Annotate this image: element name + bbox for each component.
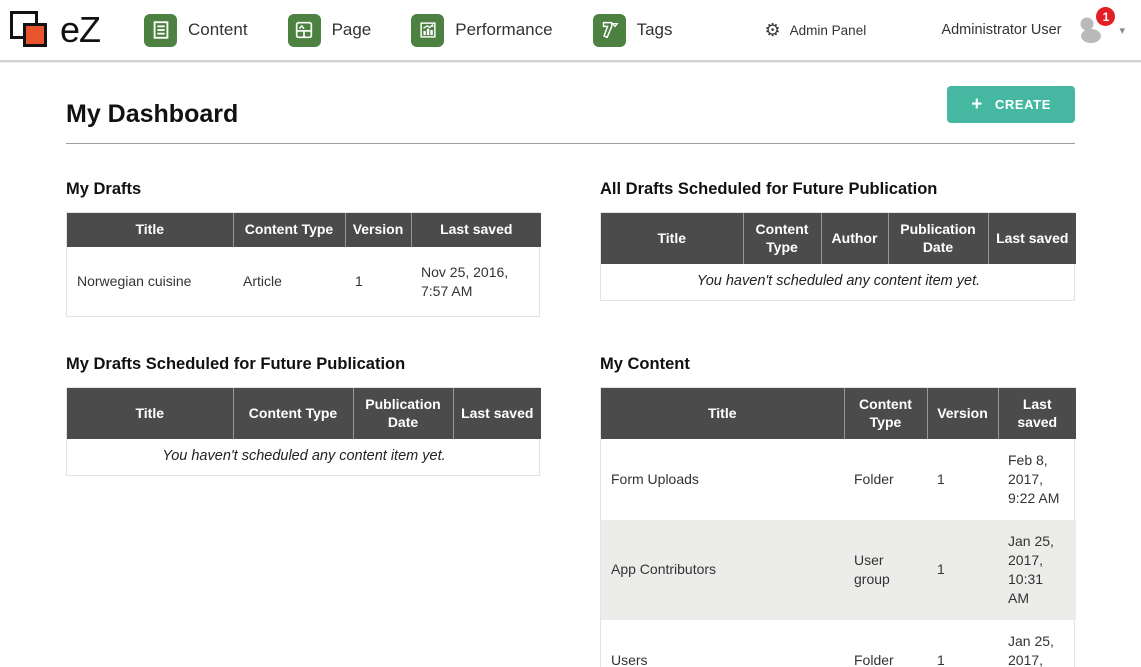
- column-header: Title: [67, 213, 233, 247]
- page-icon: [288, 14, 321, 47]
- my-content-table: Title Content Type Version Last saved Fo…: [601, 388, 1076, 667]
- main-nav: Content Page: [144, 14, 673, 47]
- dashboard-main: My Dashboard + CREATE My Drafts Title Co…: [0, 62, 1141, 667]
- empty-state-message: You haven't scheduled any content item y…: [601, 264, 1076, 300]
- admin-panel-button[interactable]: ⚙︎ Admin Panel: [765, 21, 867, 39]
- ez-logo-text: eZ: [60, 9, 100, 51]
- cell-last-saved: Nov 25, 2016, 7:57 AM: [411, 247, 541, 317]
- performance-icon: [411, 14, 444, 47]
- my-drafts-table: Title Content Type Version Last saved No…: [67, 213, 541, 316]
- column-header: Content Type: [844, 388, 927, 439]
- ez-logo[interactable]: eZ: [10, 7, 100, 53]
- table-row[interactable]: Norwegian cuisine Article 1 Nov 25, 2016…: [67, 247, 541, 317]
- admin-panel-label: Admin Panel: [790, 23, 867, 38]
- cell-content-type: Folder: [844, 620, 927, 667]
- plus-icon: +: [971, 97, 983, 112]
- all-scheduled-table: Title Content Type Author Publication Da…: [601, 213, 1076, 300]
- create-button-label: CREATE: [995, 97, 1051, 112]
- section-my-content: My Content Title Content Type Version La…: [600, 355, 1075, 667]
- cell-last-saved: Jan 25, 2017, 7:58 AM: [998, 620, 1076, 667]
- nav-item-page[interactable]: Page: [288, 14, 372, 47]
- column-header: Last saved: [988, 213, 1076, 264]
- column-header: Last saved: [998, 388, 1076, 439]
- cell-title: Form Uploads: [601, 439, 844, 520]
- create-button[interactable]: + CREATE: [947, 86, 1075, 123]
- cell-title: Norwegian cuisine: [67, 247, 233, 317]
- column-header: Author: [821, 213, 888, 264]
- section-my-scheduled: My Drafts Scheduled for Future Publicati…: [66, 355, 540, 667]
- my-scheduled-table: Title Content Type Publication Date Last…: [67, 388, 541, 475]
- nav-label-page: Page: [332, 20, 372, 40]
- gear-icon: ⚙︎: [765, 21, 781, 39]
- ez-logo-icon: [10, 7, 58, 53]
- page-title: My Dashboard: [66, 100, 238, 129]
- table-row[interactable]: Users Folder 1 Jan 25, 2017, 7:58 AM: [601, 620, 1076, 667]
- notification-badge[interactable]: 1: [1096, 7, 1115, 26]
- nav-label-tags: Tags: [637, 20, 673, 40]
- column-header: Title: [601, 213, 743, 264]
- column-header: Publication Date: [353, 388, 453, 439]
- nav-item-content[interactable]: Content: [144, 14, 248, 47]
- empty-state-row: You haven't scheduled any content item y…: [67, 439, 541, 475]
- section-my-drafts: My Drafts Title Content Type Version Las…: [66, 180, 540, 317]
- chevron-down-icon: ▾: [1119, 24, 1125, 37]
- cell-content-type: Article: [233, 247, 345, 317]
- section-all-scheduled: All Drafts Scheduled for Future Publicat…: [600, 180, 1075, 317]
- column-header: Last saved: [411, 213, 541, 247]
- column-header: Version: [927, 388, 998, 439]
- cell-content-type: User group: [844, 520, 927, 620]
- my-scheduled-title: My Drafts Scheduled for Future Publicati…: [66, 355, 540, 374]
- cell-content-type: Folder: [844, 439, 927, 520]
- column-header: Content Type: [233, 213, 345, 247]
- content-icon: [144, 14, 177, 47]
- user-menu[interactable]: Administrator User 1 ▾: [941, 14, 1125, 46]
- column-header: Content Type: [233, 388, 353, 439]
- column-header: Publication Date: [888, 213, 988, 264]
- cell-version: 1: [927, 620, 998, 667]
- topbar: eZ Content Pag: [0, 0, 1141, 62]
- tags-icon: [593, 14, 626, 47]
- cell-last-saved: Feb 8, 2017, 9:22 AM: [998, 439, 1076, 520]
- cell-version: 1: [927, 439, 998, 520]
- empty-state-message: You haven't scheduled any content item y…: [67, 439, 541, 475]
- column-header: Last saved: [453, 388, 541, 439]
- column-header: Content Type: [743, 213, 821, 264]
- nav-label-performance: Performance: [455, 20, 552, 40]
- table-row[interactable]: Form Uploads Folder 1 Feb 8, 2017, 9:22 …: [601, 439, 1076, 520]
- user-name: Administrator User: [941, 22, 1061, 38]
- cell-last-saved: Jan 25, 2017, 10:31 AM: [998, 520, 1076, 620]
- cell-version: 1: [345, 247, 411, 317]
- column-header: Version: [345, 213, 411, 247]
- column-header: Title: [601, 388, 844, 439]
- nav-item-tags[interactable]: Tags: [593, 14, 673, 47]
- my-drafts-title: My Drafts: [66, 180, 540, 199]
- nav-item-performance[interactable]: Performance: [411, 14, 552, 47]
- table-row[interactable]: App Contributors User group 1 Jan 25, 20…: [601, 520, 1076, 620]
- cell-title: App Contributors: [601, 520, 844, 620]
- empty-state-row: You haven't scheduled any content item y…: [601, 264, 1076, 300]
- cell-version: 1: [927, 520, 998, 620]
- column-header: Title: [67, 388, 233, 439]
- nav-label-content: Content: [188, 20, 248, 40]
- all-scheduled-title: All Drafts Scheduled for Future Publicat…: [600, 180, 1075, 199]
- cell-title: Users: [601, 620, 844, 667]
- my-content-title: My Content: [600, 355, 1075, 374]
